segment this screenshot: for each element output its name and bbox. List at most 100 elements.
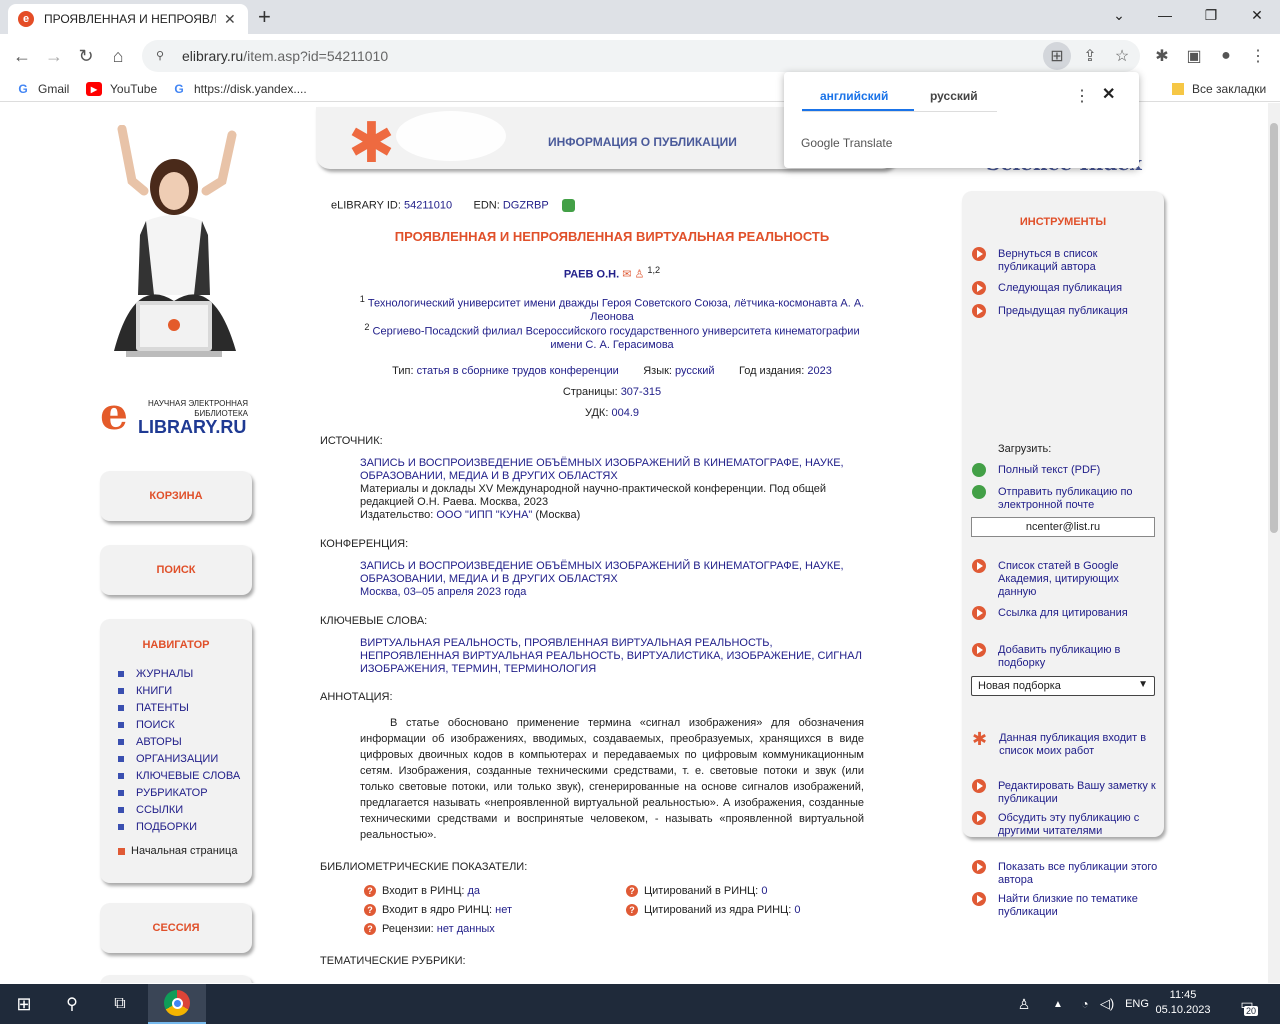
people-icon[interactable]: ♙ [1010, 984, 1038, 1024]
scrollbar-thumb[interactable] [1270, 123, 1278, 533]
navigator-item-label: АВТОРЫ [136, 735, 182, 748]
edn-link[interactable]: DGZRBP [503, 199, 549, 211]
search-button[interactable]: ПОИСК [100, 545, 252, 595]
side-panel-icon[interactable]: ▣ [1180, 42, 1208, 70]
publisher-link[interactable]: ООО "ИПП "КУНА" [436, 509, 532, 521]
add-to-collection[interactable]: Добавить публикацию в подборку [972, 643, 1158, 670]
translate-icon[interactable]: ⊞ [1043, 42, 1071, 70]
site-info-icon[interactable]: ⚲ [156, 49, 170, 63]
source-title-link[interactable]: ЗАПИСЬ И ВОСПРОИЗВЕДЕНИЕ ОБЪЁМНЫХ ИЗОБРА… [360, 457, 870, 483]
show-author-publications[interactable]: Показать все публикации этого автора [972, 860, 1158, 887]
cart-button[interactable]: КОРЗИНА [100, 471, 252, 521]
help-icon[interactable]: ? [364, 923, 376, 935]
network-icon[interactable]: ◔ [1074, 984, 1096, 1024]
bullet-icon [118, 823, 124, 830]
back-to-author-list[interactable]: Вернуться в список публикаций автора [972, 247, 1158, 274]
edit-note[interactable]: Редактировать Вашу заметку к публикации [972, 779, 1158, 806]
help-icon[interactable]: ? [364, 904, 376, 916]
navigator-item-label: ПАТЕНТЫ [136, 701, 189, 714]
navigator-item[interactable]: ПОИСК [118, 716, 252, 733]
all-bookmarks[interactable]: Все закладки [1172, 82, 1266, 96]
search-icon[interactable]: ⚲ [48, 984, 96, 1024]
extensions-icon[interactable]: ✱ [1148, 42, 1176, 70]
profile-icon[interactable]: ● [1212, 42, 1240, 70]
language-indicator[interactable]: ENG [1122, 984, 1152, 1024]
bookmark-youtube[interactable]: ▶ YouTube [86, 82, 157, 96]
more-options-icon[interactable]: ⋮ [1074, 86, 1090, 106]
home-icon[interactable]: ⌂ [104, 42, 132, 70]
home-page-link[interactable]: Начальная страница [100, 845, 252, 857]
keywords-list[interactable]: ВИРТУАЛЬНАЯ РЕАЛЬНОСТЬ, ПРОЯВЛЕННАЯ ВИРТ… [360, 637, 870, 676]
reload-icon[interactable]: ↻ [72, 42, 100, 70]
share-icon[interactable]: ⇪ [1076, 42, 1104, 70]
elibrary-logo[interactable]: e НАУЧНАЯ ЭЛЕКТРОННАЯ БИБЛИОТЕКА LIBRARY… [100, 393, 255, 438]
help-icon[interactable]: ? [626, 885, 638, 897]
close-tab-icon[interactable]: ✕ [224, 11, 236, 28]
navigator-item[interactable]: КЛЮЧЕВЫЕ СЛОВА [118, 767, 252, 784]
in-my-works[interactable]: ✱ Данная публикация входит в список моих … [972, 730, 1158, 758]
forward-icon[interactable]: → [40, 42, 68, 70]
discuss-publication[interactable]: Обсудить эту публикацию с другими читате… [972, 811, 1158, 838]
tab-search-icon[interactable]: ⌄ [1096, 0, 1142, 30]
previous-publication[interactable]: Предыдущая публикация [972, 304, 1158, 318]
bullet-icon [118, 704, 124, 711]
keywords-label: КЛЮЧЕВЫЕ СЛОВА: [320, 615, 428, 627]
bookmark-yandex-disk[interactable]: Ghttps://disk.yandex.... [172, 82, 307, 96]
person-icon[interactable]: ♙ [634, 269, 644, 281]
author-link[interactable]: РАЕВ О.Н. [564, 269, 619, 281]
next-publication[interactable]: Следующая публикация [972, 281, 1158, 295]
google-icon: G [18, 82, 28, 96]
volume-icon[interactable]: ◁) [1096, 984, 1118, 1024]
address-bar[interactable]: ⚲ elibrary.ru/item.asp?id=54211010 [142, 40, 1140, 72]
affiliation-1[interactable]: 1 Технологический университет имени дваж… [356, 293, 868, 324]
google-scholar-citing[interactable]: Список статей в Google Академия, цитирую… [972, 559, 1158, 599]
session-button[interactable]: СЕССИЯ [100, 903, 252, 953]
navigator-item[interactable]: АВТОРЫ [118, 733, 252, 750]
page-scrollbar[interactable] [1268, 103, 1280, 983]
help-icon[interactable]: ? [626, 904, 638, 916]
navigator-item-label: ЖУРНАЛЫ [136, 667, 194, 680]
chrome-taskbar-icon[interactable] [148, 984, 206, 1024]
navigator-item[interactable]: ЖУРНАЛЫ [118, 665, 252, 682]
tab-russian[interactable]: русский [930, 89, 978, 103]
tray-expand-icon[interactable]: ▲ [1046, 984, 1070, 1024]
find-similar[interactable]: Найти близкие по тематике публикации [972, 892, 1158, 919]
conference-block[interactable]: ЗАПИСЬ И ВОСПРОИЗВЕДЕНИЕ ОБЪЁМНЫХ ИЗОБРА… [360, 560, 870, 599]
send-by-email[interactable]: Отправить публикацию по электронной почт… [972, 485, 1158, 512]
navigator-item[interactable]: КНИГИ [118, 682, 252, 699]
menu-icon[interactable]: ⋮ [1244, 42, 1272, 70]
bookmark-label: https://disk.yandex.... [194, 82, 307, 96]
navigator-item[interactable]: ОРГАНИЗАЦИИ [118, 750, 252, 767]
full-text-pdf[interactable]: Полный текст (PDF) [972, 463, 1158, 477]
minimize-button[interactable]: — [1142, 0, 1188, 30]
close-icon[interactable]: ✕ [1102, 84, 1115, 104]
bookmark-gmail[interactable]: G Gmail [16, 82, 69, 96]
close-window-button[interactable]: ✕ [1234, 0, 1280, 30]
email-icon[interactable]: ✉ [622, 269, 631, 281]
windows-start-icon[interactable]: ⊞ [0, 984, 48, 1024]
affiliation-2[interactable]: 2 Сергиево-Посадский филиал Всероссийско… [356, 321, 868, 352]
core-label: Входит в ядро РИНЦ: [382, 904, 493, 916]
notifications-icon[interactable]: ▭ 20 [1232, 984, 1262, 1024]
browser-tab[interactable]: e ПРОЯВЛЕННАЯ И НЕПРОЯВЛЕННАЯ ✕ [8, 4, 248, 34]
navigator-item[interactable]: РУБРИКАТОР [118, 784, 252, 801]
qr-code-icon[interactable] [561, 199, 575, 212]
new-tab-button[interactable]: + [258, 4, 271, 30]
navigator-item[interactable]: ПАТЕНТЫ [118, 699, 252, 716]
back-icon[interactable]: ← [8, 42, 36, 70]
clock[interactable]: 11:45 05.10.2023 [1150, 988, 1216, 1018]
help-icon[interactable]: ? [364, 885, 376, 897]
tab-english[interactable]: английский [820, 89, 888, 103]
task-view-icon[interactable]: ⧉ [96, 984, 144, 1024]
citation-link[interactable]: Ссылка для цитирования [972, 606, 1158, 620]
email-input[interactable]: ncenter@list.ru [971, 517, 1155, 537]
navigator-item[interactable]: ПОДБОРКИ [118, 818, 252, 835]
collection-select[interactable]: Новая подборка ▼ [971, 676, 1155, 696]
navigator-item[interactable]: ССЫЛКИ [118, 801, 252, 818]
arrow-icon [972, 779, 986, 793]
restore-button[interactable]: ❐ [1188, 0, 1234, 30]
url-host: elibrary.ru [182, 48, 244, 64]
bookmark-star-icon[interactable]: ☆ [1108, 42, 1136, 70]
conference-title-link[interactable]: ЗАПИСЬ И ВОСПРОИЗВЕДЕНИЕ ОБЪЁМНЫХ ИЗОБРА… [360, 560, 870, 586]
translate-popup: английский русский ⋮ ✕ Google Translate [784, 72, 1139, 168]
